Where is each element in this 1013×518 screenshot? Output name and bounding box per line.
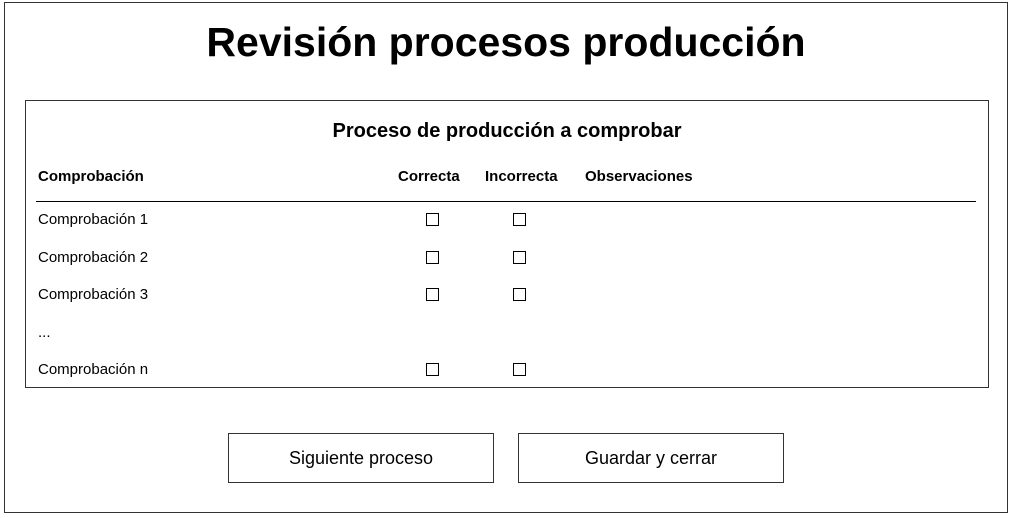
incorrect-checkbox[interactable] [513,213,526,226]
save-and-close-button[interactable]: Guardar y cerrar [518,433,784,483]
header-divider [36,201,976,202]
check-row: Comprobación 3 [26,285,988,309]
next-process-button[interactable]: Siguiente proceso [228,433,494,483]
correct-checkbox[interactable] [426,363,439,376]
column-header-observations: Observaciones [585,168,693,185]
column-header-check: Comprobación [38,168,144,185]
correct-checkbox[interactable] [426,251,439,264]
ellipsis-label: ... [38,324,51,341]
check-row: Comprobación 1 [26,210,988,234]
page-title: Revisión procesos producción [206,19,806,65]
incorrect-checkbox[interactable] [513,251,526,264]
correct-checkbox[interactable] [426,288,439,301]
app-window: Revisión procesos producción Proceso de … [4,2,1008,513]
check-row-label: Comprobación 1 [38,211,149,228]
check-row: Comprobación n [26,360,988,384]
check-row-label: Comprobación n [38,361,149,378]
check-row-label: Comprobación 2 [38,249,149,266]
ellipsis-row: ... [26,323,988,347]
check-row: Comprobación 2 [26,248,988,272]
incorrect-checkbox[interactable] [513,288,526,301]
column-header-correct: Correcta [398,168,460,185]
column-header-incorrect: Incorrecta [485,168,558,185]
correct-checkbox[interactable] [426,213,439,226]
panel-title: Proceso de producción a comprobar [332,120,682,142]
process-panel: Proceso de producción a comprobar Compro… [25,100,989,388]
incorrect-checkbox[interactable] [513,363,526,376]
check-row-label: Comprobación 3 [38,286,149,303]
